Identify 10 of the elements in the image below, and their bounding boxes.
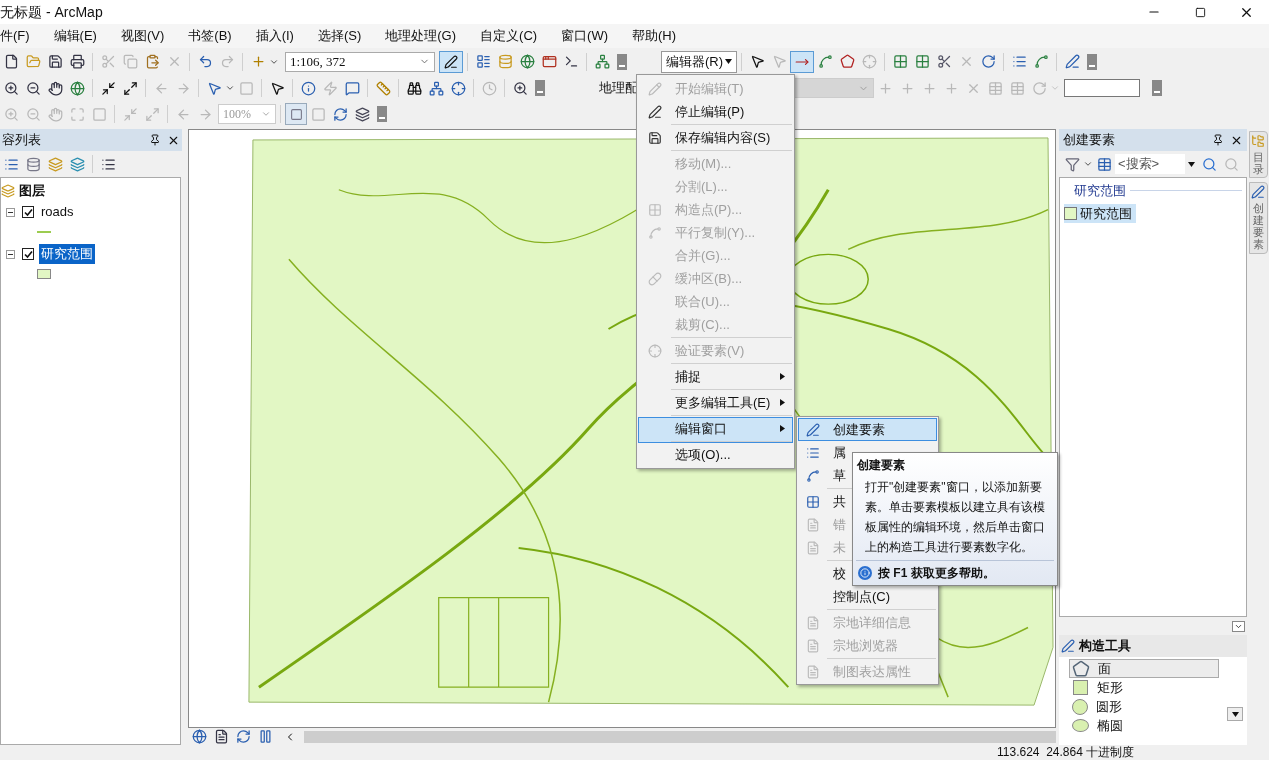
help-hint: 按 F1 获取更多帮助。 <box>878 565 995 582</box>
panel-title: 创建要素 <box>1063 131 1116 150</box>
panel-title: 容列表 <box>2 131 42 150</box>
group-heading: 研究范围 <box>1074 182 1126 200</box>
tooltip-title: 创建要素 <box>856 457 906 473</box>
window-title: 无标题 - ArcMap <box>0 2 103 22</box>
section-title: 构造工具 <box>1079 637 1131 656</box>
template-name: 研究范围 <box>1080 204 1132 223</box>
tooltip-text: 打开"创建要素"窗口，以添加新要素。单击要素模板以建立具有该模板属性的编辑环境，然后单击窗口上的构造工具进行要素数字化。 <box>864 479 1046 556</box>
coordinates: 113.624 24.864 十进制度 <box>997 745 1135 759</box>
